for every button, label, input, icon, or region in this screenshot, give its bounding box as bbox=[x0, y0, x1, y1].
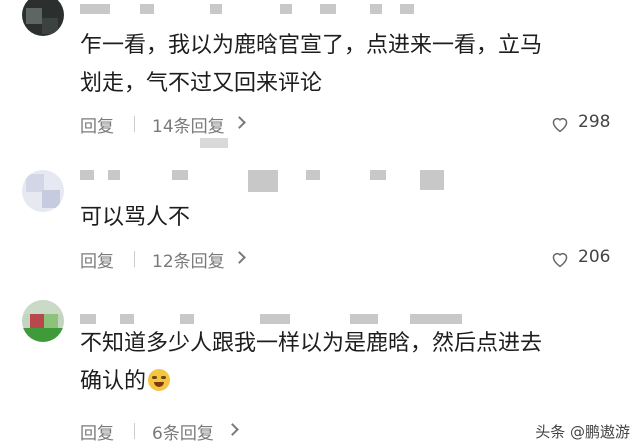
heart-icon bbox=[552, 252, 568, 268]
view-replies-link[interactable]: 12条回复 bbox=[152, 247, 225, 272]
comment-text-line: 确认的 bbox=[80, 363, 620, 401]
view-replies-link[interactable]: 14条回复 bbox=[152, 112, 225, 137]
chevron-right-icon bbox=[226, 423, 239, 436]
comment-text-line: 乍一看，我以为鹿晗官宣了，点进来一看，立马 bbox=[80, 33, 543, 58]
username-pixelated[interactable] bbox=[80, 170, 480, 192]
reply-button[interactable]: 回复 bbox=[80, 247, 114, 272]
avatar[interactable] bbox=[22, 170, 64, 212]
comment-text: 乍一看，我以为鹿晗官宣了，点进来一看，立马 划走，气不过又回来评论 bbox=[80, 27, 620, 103]
comment-item: 乍一看，我以为鹿晗官宣了，点进来一看，立马 划走，气不过又回来评论 回复 14条… bbox=[0, 0, 640, 150]
comment-text-line: 划走，气不过又回来评论 bbox=[80, 71, 323, 96]
reply-button[interactable]: 回复 bbox=[80, 419, 114, 444]
avatar[interactable] bbox=[22, 0, 64, 36]
divider bbox=[134, 423, 135, 439]
chevron-right-icon bbox=[233, 116, 246, 129]
comment-text: 不知道多少人跟我一样以为是鹿晗，然后点进去 确认的 bbox=[80, 325, 620, 401]
like-button[interactable]: 298 bbox=[550, 112, 630, 136]
comment-text-fragment: 确认的 bbox=[80, 369, 147, 394]
heart-icon bbox=[552, 117, 568, 133]
laughing-crying-emoji-icon bbox=[148, 369, 171, 391]
comment-actions: 回复 14条回复 298 bbox=[80, 112, 640, 137]
comment-text: 可以骂人不 bbox=[80, 199, 620, 237]
view-replies-link[interactable]: 6条回复 bbox=[152, 419, 214, 444]
comment-item: 可以骂人不 回复 12条回复 206 bbox=[0, 160, 640, 280]
like-count: 298 bbox=[578, 112, 611, 132]
divider bbox=[134, 116, 135, 132]
comment-text-line: 不知道多少人跟我一样以为是鹿晗，然后点进去 bbox=[80, 331, 543, 356]
divider bbox=[134, 251, 135, 267]
like-count: 206 bbox=[578, 247, 611, 267]
chevron-right-icon bbox=[233, 251, 246, 264]
avatar[interactable] bbox=[22, 300, 64, 342]
pixelation-artifact bbox=[200, 138, 228, 148]
like-button[interactable]: 206 bbox=[550, 247, 630, 271]
watermark: 头条 @鹏遨游 bbox=[535, 423, 630, 441]
comment-text-line: 可以骂人不 bbox=[80, 205, 191, 230]
comment-actions: 回复 12条回复 206 bbox=[80, 247, 640, 272]
username-pixelated[interactable] bbox=[80, 4, 480, 18]
reply-button[interactable]: 回复 bbox=[80, 112, 114, 137]
